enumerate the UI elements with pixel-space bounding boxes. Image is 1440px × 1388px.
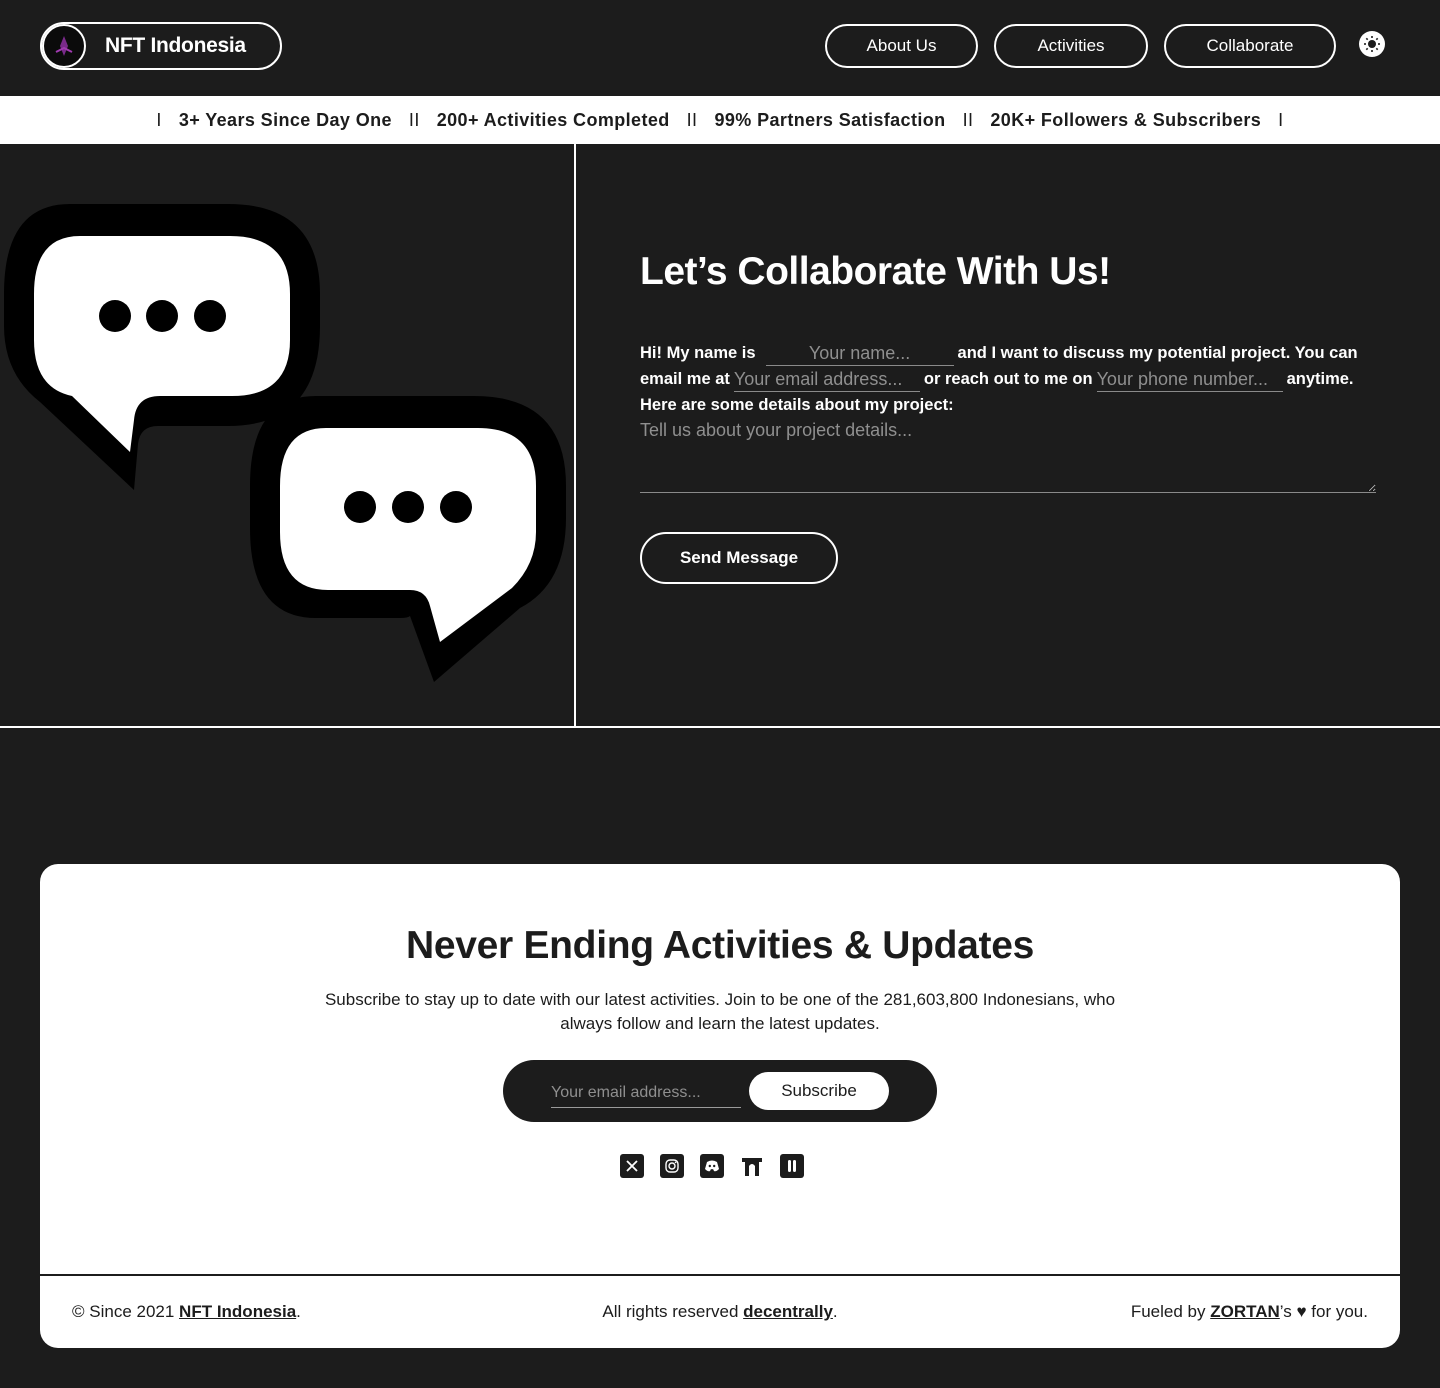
footer-text: All rights reserved (602, 1302, 744, 1321)
newsletter-card: Never Ending Activities & Updates Subscr… (40, 864, 1400, 1348)
ticker-item-activities: 200+ Activities Completed (436, 109, 670, 130)
collaborate-title: Let’s Collaborate With Us! (640, 250, 1111, 293)
email-input[interactable] (733, 368, 920, 392)
footer-text: . (832, 1302, 838, 1321)
ticker-separator: II (962, 109, 974, 130)
opensea-icon[interactable] (740, 1154, 764, 1178)
nav-activities[interactable]: Activities (994, 24, 1148, 68)
sun-icon (1364, 36, 1380, 52)
newsletter-description: Subscribe to stay up to date with our la… (324, 990, 1116, 1033)
theme-toggle-button[interactable] (1359, 31, 1385, 57)
chat-bubbles-icon (4, 204, 566, 682)
footer-text: Fueled by (1130, 1302, 1211, 1321)
ticker-item-years: 3+ Years Since Day One (178, 109, 392, 130)
x-icon[interactable] (620, 1154, 644, 1178)
instagram-icon[interactable] (660, 1154, 684, 1178)
phone-input[interactable] (1096, 368, 1283, 392)
footer-text: ’s ♥ for you. (1279, 1302, 1368, 1321)
subscribe-button[interactable]: Subscribe (749, 1072, 889, 1110)
brand-home-link[interactable]: NFT Indonesia (40, 22, 282, 70)
page-footer: © Since 2021 NFT Indonesia. All rights r… (40, 1274, 1400, 1348)
name-input[interactable] (765, 342, 954, 366)
collaborate-form: Hi! My name isand I want to discuss my p… (640, 340, 1380, 418)
ticker-separator: II (686, 109, 698, 130)
footer-credit: Fueled by ZORTAN’s ♥ for you. (1131, 1302, 1368, 1322)
collaborate-form-panel: Let’s Collaborate With Us! Hi! My name i… (576, 144, 1440, 726)
form-text: Hi! My name is (640, 344, 756, 362)
stats-ticker: I 3+ Years Since Day One II 200+ Activit… (0, 96, 1440, 144)
brand-name: NFT Indonesia (105, 34, 246, 57)
linktree-icon[interactable] (780, 1154, 804, 1178)
nav-about-us[interactable]: About Us (825, 24, 978, 68)
collaborate-illustration (0, 144, 576, 726)
collaborate-section: Let’s Collaborate With Us! Hi! My name i… (0, 144, 1440, 728)
ticker-item-followers: 20K+ Followers & Subscribers (990, 109, 1262, 130)
site-header: NFT Indonesia About Us Activities Collab… (0, 0, 1440, 96)
project-details-textarea[interactable] (640, 420, 1376, 493)
ticker-separator: I (156, 109, 162, 130)
discord-icon[interactable] (700, 1154, 724, 1178)
subscribe-form: Subscribe (503, 1060, 937, 1122)
ticker-item-satisfaction: 99% Partners Satisfaction (714, 109, 946, 130)
footer-link-zortan[interactable]: ZORTAN (1210, 1302, 1280, 1321)
newsletter-title: Never Ending Activities & Updates (406, 924, 1034, 967)
footer-link-decentrally[interactable]: decentrally (743, 1302, 833, 1321)
social-links (620, 1154, 804, 1178)
subscribe-email-input[interactable] (551, 1078, 741, 1108)
brand-logo-icon (42, 24, 86, 68)
ticker-separator: I (1278, 109, 1284, 130)
send-message-button[interactable]: Send Message (640, 532, 838, 584)
ticker-separator: II (408, 109, 420, 130)
nav-collaborate[interactable]: Collaborate (1164, 24, 1336, 68)
form-text: or reach out to me on (923, 370, 1093, 388)
